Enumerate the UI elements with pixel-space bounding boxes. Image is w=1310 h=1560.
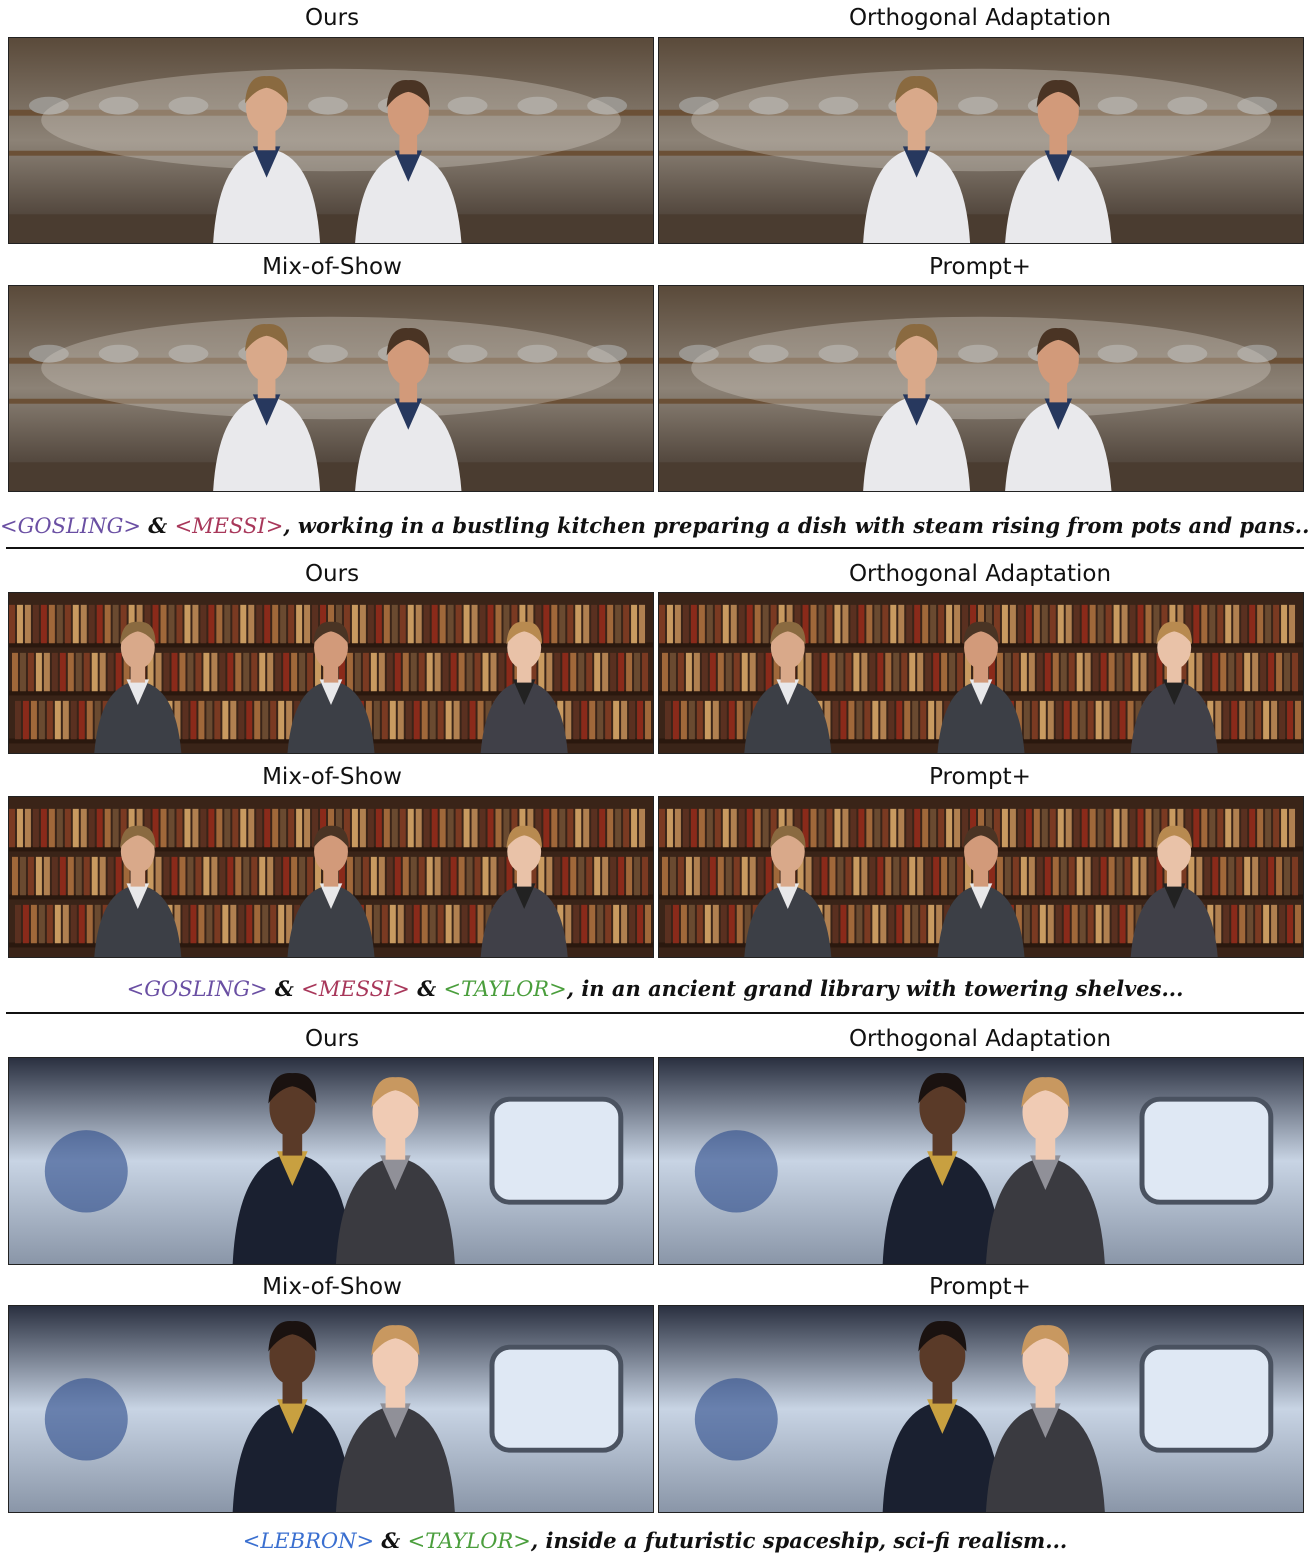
- caption-text: , inside a futuristic spaceship, sci-fi …: [530, 1528, 1068, 1553]
- scene-illustration: [9, 1306, 653, 1512]
- method-label-mix-of-show: Mix-of-Show: [262, 1274, 402, 1300]
- method-label-mix-of-show: Mix-of-Show: [262, 254, 402, 280]
- caption-token-lebron: <LEBRON>: [242, 1529, 375, 1553]
- group-divider: [6, 547, 1304, 549]
- method-label-orthogonal-adaptation: Orthogonal Adaptation: [848, 5, 1112, 31]
- caption-text: &: [267, 976, 302, 1001]
- scene-illustration: [9, 38, 653, 243]
- caption-token-gosling: <GOSLING>: [0, 514, 141, 538]
- scene-illustration: [9, 1058, 653, 1264]
- caption-text: , in an ancient grand library with tower…: [566, 976, 1184, 1001]
- image-kitchen-ours: [8, 37, 654, 244]
- image-spaceship-ours: [8, 1057, 654, 1265]
- method-label-ours: Ours: [304, 561, 360, 587]
- image-kitchen-prompt-plus: [658, 285, 1304, 492]
- scene-illustration: [659, 38, 1303, 243]
- scene-illustration: [9, 593, 653, 753]
- scene-illustration: [659, 797, 1303, 957]
- method-label-ours: Ours: [304, 1026, 360, 1052]
- caption-token-taylor: <TAYLOR>: [407, 1529, 531, 1553]
- scene-illustration: [659, 1306, 1303, 1512]
- caption-token-gosling: <GOSLING>: [126, 977, 268, 1001]
- caption-text: , working in a bustling kitchen preparin…: [283, 513, 1310, 538]
- image-library-orthogonal-adaptation: [658, 592, 1304, 754]
- caption-text: &: [374, 1528, 408, 1553]
- caption-text: &: [409, 976, 444, 1001]
- scene-illustration: [659, 1058, 1303, 1264]
- group-divider: [6, 1012, 1304, 1014]
- image-library-prompt-plus: [658, 796, 1304, 958]
- image-spaceship-prompt-plus: [658, 1305, 1304, 1513]
- caption-spaceship: <LEBRON> & <TAYLOR>, inside a futuristic…: [0, 1527, 1310, 1555]
- image-kitchen-orthogonal-adaptation: [658, 37, 1304, 244]
- image-library-ours: [8, 592, 654, 754]
- image-kitchen-mix-of-show: [8, 285, 654, 492]
- scene-illustration: [659, 286, 1303, 491]
- method-label-prompt-plus: Prompt+: [929, 254, 1031, 280]
- caption-kitchen: <GOSLING> & <MESSI>, working in a bustli…: [0, 512, 1310, 540]
- image-spaceship-orthogonal-adaptation: [658, 1057, 1304, 1265]
- caption-library: <GOSLING> & <MESSI> & <TAYLOR>, in an an…: [0, 975, 1310, 1003]
- caption-token-messi: <MESSI>: [301, 977, 410, 1001]
- method-label-prompt-plus: Prompt+: [929, 1274, 1031, 1300]
- image-library-mix-of-show: [8, 796, 654, 958]
- caption-token-taylor: <TAYLOR>: [443, 977, 567, 1001]
- scene-illustration: [9, 797, 653, 957]
- image-spaceship-mix-of-show: [8, 1305, 654, 1513]
- method-label-ours: Ours: [304, 5, 360, 31]
- method-label-prompt-plus: Prompt+: [929, 764, 1031, 790]
- scene-illustration: [659, 593, 1303, 753]
- caption-token-messi: <MESSI>: [174, 514, 284, 538]
- method-label-orthogonal-adaptation: Orthogonal Adaptation: [848, 561, 1112, 587]
- method-label-orthogonal-adaptation: Orthogonal Adaptation: [848, 1026, 1112, 1052]
- scene-illustration: [9, 286, 653, 491]
- caption-text: &: [140, 513, 175, 538]
- method-label-mix-of-show: Mix-of-Show: [262, 764, 402, 790]
